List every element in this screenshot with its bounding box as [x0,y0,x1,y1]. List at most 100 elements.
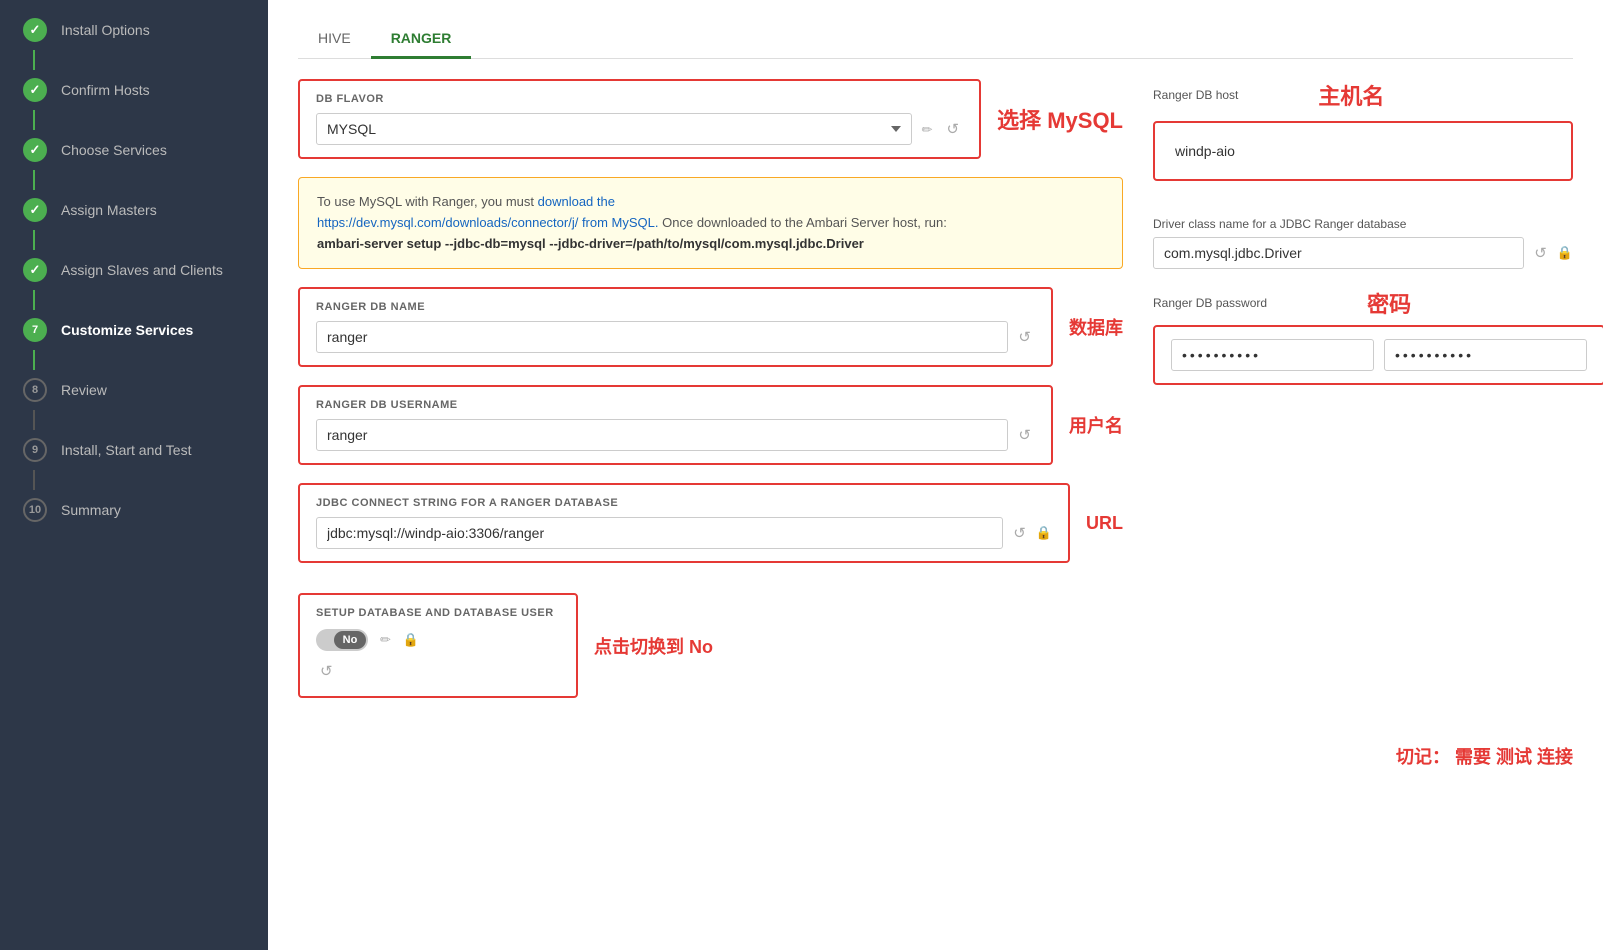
sidebar-label-summary: Summary [61,502,121,518]
sidebar-item-customize-services[interactable]: 7 Customize Services [0,300,268,360]
step-circle-9: 9 [23,438,47,462]
sidebar-item-assign-slaves[interactable]: Assign Slaves and Clients [0,240,268,300]
db-username-group: Ranger DB username [298,385,1053,465]
annotation-url: URL [1086,513,1123,534]
db-flavor-group: DB FLAVOR MYSQLORACLEPOSTGRESMSSQLSQLA [298,79,981,159]
db-name-input-row [316,321,1035,353]
jdbc-input-row [316,517,1052,549]
lock-icon-jdbc [1036,524,1052,542]
form-grid: DB FLAVOR MYSQLORACLEPOSTGRESMSSQLSQLA 选… [298,79,1573,769]
warning-text2: Once downloaded to the Ambari Server hos… [662,215,947,230]
jdbc-label: JDBC connect string for a Ranger databas… [316,497,1052,509]
refresh-icon-btn-toggle[interactable] [316,658,337,684]
db-username-input-row [316,419,1035,451]
sidebar-item-assign-masters[interactable]: Assign Masters [0,180,268,240]
refresh-icon-btn-driver[interactable] [1530,240,1551,266]
db-username-input[interactable] [316,419,1008,451]
sidebar-item-review[interactable]: 8 Review [0,360,268,420]
pencil-icon-btn-toggle[interactable] [376,627,395,652]
db-password-input2[interactable] [1384,339,1587,371]
warning-text1: To use MySQL with Ranger, you must [317,194,538,209]
pencil-icon-toggle [380,631,391,647]
jdbc-group: JDBC connect string for a Ranger databas… [298,483,1070,563]
warning-link2[interactable]: https://dev.mysql.com/downloads/connecto… [317,215,659,230]
sidebar-label-install-start: Install, Start and Test [61,442,191,458]
sidebar-label-install-options: Install Options [61,22,150,38]
toggle-wrap: No [316,627,560,652]
sidebar-label-confirm-hosts: Confirm Hosts [61,82,150,98]
pencil-icon [922,121,933,137]
annotation-toggle: 点击切换到 No [594,633,713,659]
refresh-icon-username [1018,427,1031,443]
ranger-db-host-section: Ranger DB host 主机名 [1153,79,1573,199]
sidebar-label-choose-services: Choose Services [61,142,167,158]
sidebar-label-assign-slaves: Assign Slaves and Clients [61,262,223,278]
refresh-icon-btn-dbname[interactable] [1014,324,1035,350]
sidebar-item-confirm-hosts[interactable]: Confirm Hosts [0,60,268,120]
step-circle-5 [23,258,47,282]
sidebar-item-summary[interactable]: 10 Summary [0,480,268,540]
warning-link1[interactable]: download the [538,194,615,209]
ranger-db-password-group [1153,325,1603,385]
toggle-thumb: No [334,631,366,649]
form-right: Ranger DB host 主机名 Driver class name for… [1153,79,1573,769]
warning-cmd: ambari-server setup --jdbc-db=mysql --jd… [317,236,864,251]
tab-bar: HIVE RANGER [298,20,1573,59]
db-name-label: Ranger DB name [316,301,1035,313]
annotation-hostname: 主机名 [1318,79,1384,111]
sidebar-label-assign-masters: Assign Masters [61,202,157,218]
setup-db-group: Setup Database and Database User No [298,593,578,698]
driver-class-label: Driver class name for a JDBC Ranger data… [1153,217,1573,231]
driver-class-section: Driver class name for a JDBC Ranger data… [1153,217,1573,269]
db-flavor-select-wrapper: MYSQLORACLEPOSTGRESMSSQLSQLA [316,113,963,145]
refresh-icon-btn-jdbc[interactable] [1009,520,1030,546]
annotation-db: 数据库 [1069,314,1123,340]
tab-ranger[interactable]: RANGER [371,20,472,59]
refresh-icon-btn-flavor[interactable] [943,116,964,142]
toggle-switch[interactable]: No [316,629,368,651]
refresh-icon-flavor [947,121,960,137]
sidebar-item-install-start[interactable]: 9 Install, Start and Test [0,420,268,480]
bottom-right-annotation-wrap: 切记： 需要 测试 连接 [1153,743,1573,769]
jdbc-input[interactable] [316,517,1003,549]
step-circle-2 [23,78,47,102]
step-circle-4 [23,198,47,222]
refresh-icon-btn-username[interactable] [1014,422,1035,448]
sidebar: Install Options Confirm Hosts Choose Ser… [0,0,268,950]
db-flavor-label: DB FLAVOR [316,93,963,105]
refresh-icon-toggle [320,663,333,679]
step-circle-1 [23,18,47,42]
tab-hive[interactable]: HIVE [298,20,371,59]
db-name-input[interactable] [316,321,1008,353]
db-name-group: Ranger DB name [298,287,1053,367]
sidebar-item-choose-services[interactable]: Choose Services [0,120,268,180]
sidebar-label-customize-services: Customize Services [61,322,193,338]
step-circle-8: 8 [23,378,47,402]
lock-icon-driver [1557,244,1573,262]
annotation-user: 用户名 [1069,412,1123,438]
password-row [1171,339,1587,371]
db-password-label: Ranger DB password [1153,296,1267,310]
step-circle-3 [23,138,47,162]
annotation-password: 密码 [1367,287,1411,319]
form-left: DB FLAVOR MYSQLORACLEPOSTGRESMSSQLSQLA 选… [298,79,1123,769]
sidebar-item-install-options[interactable]: Install Options [0,0,268,60]
driver-class-row [1153,237,1573,269]
refresh-icon-jdbc [1013,525,1026,541]
refresh-icon-dbname [1018,329,1031,345]
driver-class-input[interactable] [1153,237,1524,269]
ranger-db-host-input[interactable] [1171,135,1555,167]
lock-icon-toggle [403,631,419,649]
step-circle-10: 10 [23,498,47,522]
ranger-db-host-label: Ranger DB host [1153,88,1238,102]
sidebar-label-review: Review [61,382,107,398]
step-circle-7: 7 [23,318,47,342]
ranger-db-password-section: Ranger DB password 密码 [1153,287,1603,403]
annotation-bottom-right: 切记： 需要 测试 连接 [1396,747,1573,767]
setup-db-label: Setup Database and Database User [316,607,560,619]
db-password-input1[interactable] [1171,339,1374,371]
annotation-choose-mysql: 选择 MySQL [997,103,1123,135]
refresh-icon-driver [1534,245,1547,261]
pencil-icon-btn[interactable] [918,117,937,142]
db-flavor-select[interactable]: MYSQLORACLEPOSTGRESMSSQLSQLA [316,113,912,145]
